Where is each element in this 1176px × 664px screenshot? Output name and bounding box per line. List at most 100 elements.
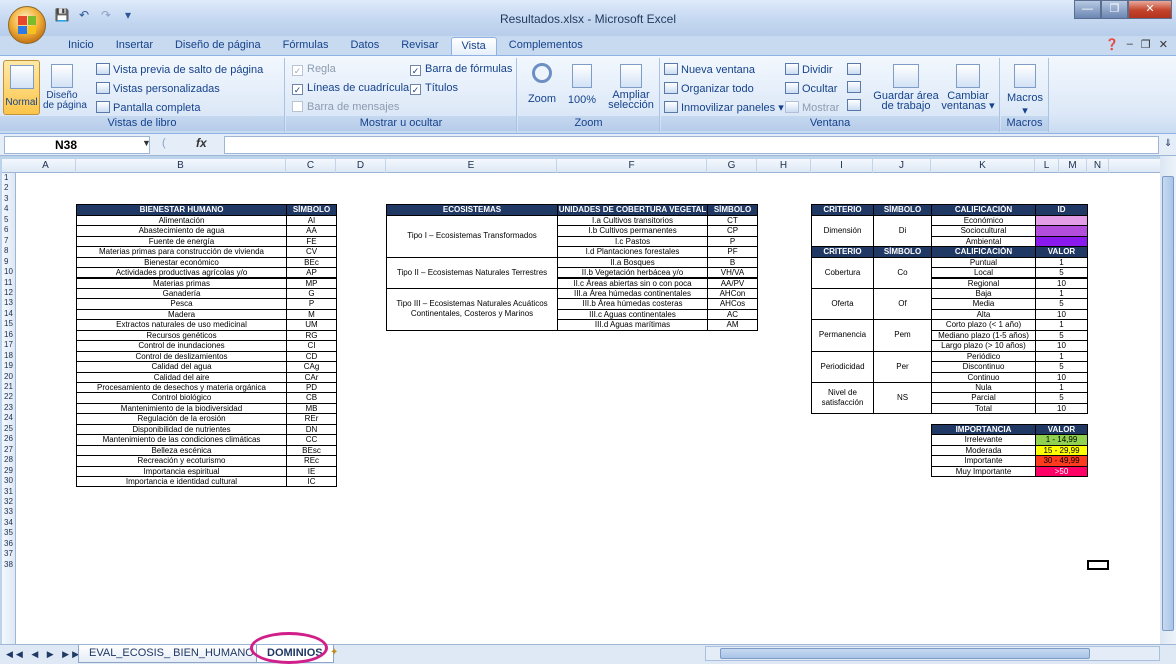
sheet-tab-dominios[interactable]: DOMINIOS (256, 645, 334, 663)
normal-view-button[interactable]: Normal (3, 60, 40, 115)
row-header[interactable]: 35 (2, 528, 16, 538)
custom-views-button[interactable]: Vistas personalizadas (96, 82, 220, 95)
name-box[interactable]: N38 (4, 136, 150, 154)
expand-formula-bar-icon[interactable]: ⇓ (1164, 138, 1172, 149)
row-header[interactable]: 32 (2, 497, 16, 507)
headings-checkbox[interactable]: ✓ Títulos (410, 82, 458, 95)
row-header[interactable]: 12 (2, 288, 16, 298)
column-header[interactable]: I (811, 159, 873, 173)
column-header[interactable]: E (386, 159, 557, 173)
sheet-tab-eval[interactable]: EVAL_ECOSIS_ BIEN_HUMANO (78, 645, 265, 663)
row-header[interactable]: 34 (2, 518, 16, 528)
column-header[interactable]: A (16, 159, 76, 173)
bienestar-item[interactable]: Importancia e identidad cultural (76, 476, 287, 488)
importancia-item[interactable]: Muy Importante (931, 465, 1036, 478)
sync-scroll-icon[interactable] (847, 81, 861, 93)
tab-2[interactable]: Diseño de página (165, 37, 271, 56)
formula-bar-checkbox[interactable]: ✓ Barra de fórmulas (410, 63, 512, 76)
row-header[interactable]: 29 (2, 466, 16, 476)
freeze-panes-button[interactable]: Inmovilizar paneles ▾ (664, 101, 784, 114)
hide-button[interactable]: Ocultar (785, 82, 837, 95)
criterio-name[interactable]: Nivel de satisfacción (811, 382, 874, 415)
row-header[interactable]: 31 (2, 487, 16, 497)
row-header[interactable]: 13 (2, 298, 16, 308)
criterio-name[interactable]: Periodicidad (811, 350, 874, 383)
row-header[interactable]: 19 (2, 361, 16, 371)
row-header[interactable]: 7 (2, 236, 16, 246)
insert-function-button[interactable]: fx (196, 136, 207, 150)
new-window-button[interactable]: Nueva ventana (664, 63, 755, 76)
row-header[interactable]: 27 (2, 445, 16, 455)
zoom-to-selection-button[interactable]: Ampliar selección (606, 60, 656, 115)
page-layout-view-button[interactable]: Diseño de página (43, 60, 87, 115)
criterio-symbol[interactable]: Per (873, 350, 932, 383)
minimize-workbook-icon[interactable]: – (1127, 38, 1133, 51)
arrange-all-button[interactable]: Organizar todo (664, 82, 754, 95)
split-button[interactable]: Dividir (785, 63, 833, 76)
row-header[interactable]: 23 (2, 403, 16, 413)
column-header[interactable]: D (336, 159, 386, 173)
zoom-button[interactable]: Zoom (524, 60, 560, 115)
switch-windows-button[interactable]: Cambiar ventanas ▾ (939, 60, 997, 115)
cell-grid[interactable]: BIENESTAR HUMANO SÍMBOLO Alimentación AI Aba… (16, 173, 1160, 644)
column-header[interactable]: F (557, 159, 707, 173)
restore-button[interactable]: ❐ (1101, 0, 1128, 19)
zoom-100-button[interactable]: 100% (564, 60, 600, 115)
close-workbook-icon[interactable]: ✕ (1159, 38, 1168, 51)
row-header[interactable]: 16 (2, 330, 16, 340)
column-header[interactable]: J (873, 159, 931, 173)
cobertura-item[interactable]: III.d Aguas marítimas (557, 319, 708, 331)
row-header[interactable]: 8 (2, 246, 16, 256)
row-header[interactable]: 15 (2, 319, 16, 329)
restore-workbook-icon[interactable]: ❐ (1141, 38, 1151, 51)
tab-1[interactable]: Insertar (106, 37, 163, 56)
active-cell[interactable] (1087, 559, 1109, 571)
row-header[interactable]: 11 (2, 278, 16, 288)
criterio-symbol[interactable]: Pem (873, 319, 932, 352)
side-by-side-icon[interactable] (847, 63, 861, 75)
column-header[interactable]: M (1059, 159, 1087, 173)
column-header[interactable]: B (76, 159, 286, 173)
sheet-nav-icons[interactable]: ◀◀ ◀ ▶ ▶▶ (6, 649, 82, 660)
calificacion-item[interactable]: Total (931, 402, 1036, 415)
column-header[interactable]: K (931, 159, 1035, 173)
close-button[interactable]: ✕ (1128, 0, 1172, 19)
formula-input[interactable] (224, 136, 1159, 154)
row-header[interactable]: 20 (2, 372, 16, 382)
criterio-symbol[interactable]: Of (873, 287, 932, 321)
criterio-symbol[interactable]: NS (873, 382, 932, 415)
row-header[interactable]: 22 (2, 392, 16, 402)
tab-5[interactable]: Revisar (391, 37, 448, 56)
row-header[interactable]: 9 (2, 257, 16, 267)
row-header[interactable]: 25 (2, 424, 16, 434)
vertical-scroll-thumb[interactable] (1162, 176, 1174, 631)
insert-sheet-icon[interactable]: ✦ (330, 647, 338, 658)
criterio-name[interactable]: Cobertura (811, 256, 874, 289)
criterio-name[interactable]: Permanencia (811, 319, 874, 352)
row-header[interactable]: 18 (2, 351, 16, 361)
row-header[interactable]: 21 (2, 382, 16, 392)
criterio-symbol[interactable]: Di (873, 214, 932, 248)
ecosistema-group[interactable]: Tipo II – Ecosistemas Naturales Terrestr… (386, 256, 558, 289)
tab-0[interactable]: Inicio (58, 37, 104, 56)
page-break-preview-button[interactable]: Vista previa de salto de página (96, 63, 263, 76)
minimize-button[interactable]: — (1074, 0, 1101, 19)
full-screen-button[interactable]: Pantalla completa (96, 101, 200, 114)
row-header[interactable]: 33 (2, 507, 16, 517)
row-header[interactable]: 1 (2, 173, 16, 183)
name-box-dropdown-icon[interactable]: ▼ (142, 138, 151, 148)
criterio-dimension[interactable]: Dimensión (811, 214, 874, 248)
criterio-symbol[interactable]: Co (873, 256, 932, 289)
row-header[interactable]: 38 (2, 560, 16, 570)
row-header[interactable]: 28 (2, 455, 16, 465)
tab-6[interactable]: Vista (450, 37, 497, 56)
cobertura-symbol[interactable]: AM (707, 319, 758, 331)
row-header[interactable]: 10 (2, 267, 16, 277)
message-bar-checkbox[interactable]: Barra de mensajes (292, 101, 399, 113)
gridlines-checkbox[interactable]: ✓ Líneas de cuadrícula (292, 82, 409, 95)
ecosistema-group[interactable]: Tipo III – Ecosistemas Naturales Acuátic… (386, 287, 558, 331)
valor-cell[interactable]: 10 (1035, 402, 1088, 415)
tab-3[interactable]: Fórmulas (273, 37, 339, 56)
criterio-name[interactable]: Oferta (811, 287, 874, 321)
row-header[interactable]: 24 (2, 413, 16, 423)
